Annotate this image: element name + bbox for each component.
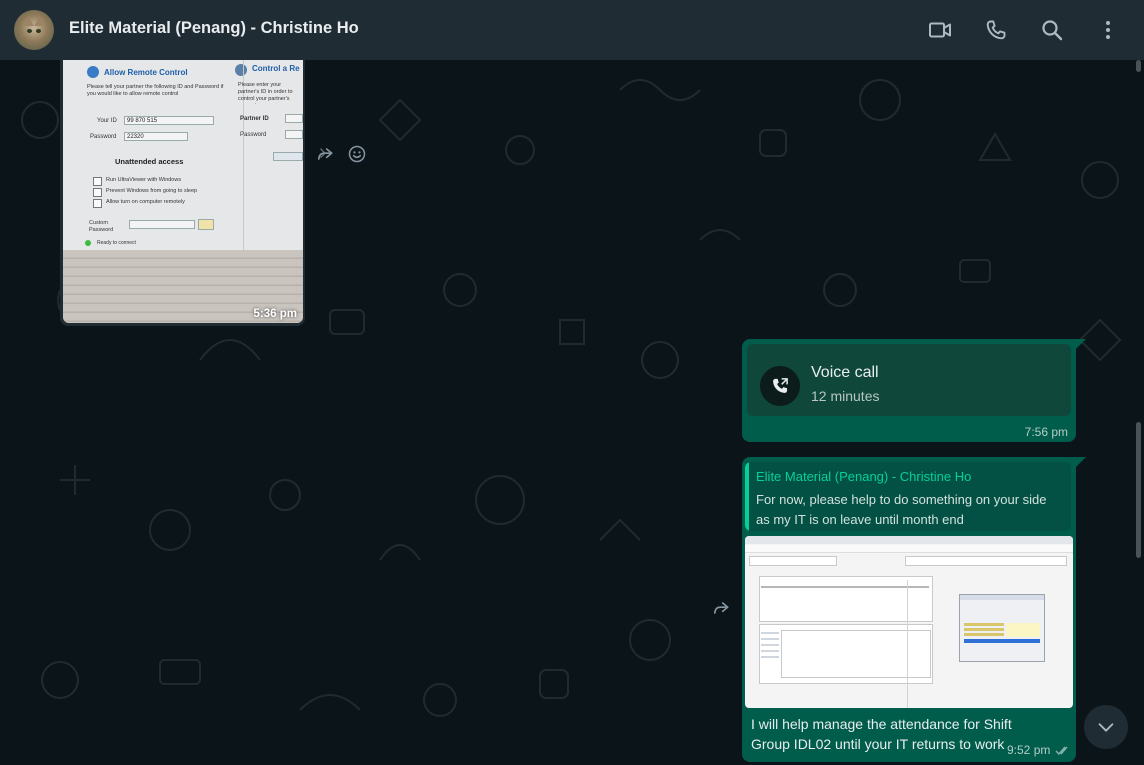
voice-call-icon[interactable] <box>984 18 1008 42</box>
outgoing-call-icon <box>760 366 800 406</box>
scroll-to-bottom-button[interactable] <box>1084 705 1128 749</box>
message-time: 5:36 pm <box>253 308 297 320</box>
attendance-screenshot[interactable] <box>745 536 1073 708</box>
emoji-reaction-icon[interactable] <box>347 144 367 164</box>
menu-icon[interactable] <box>1096 18 1120 42</box>
ultraviewer-screen: Allow Remote Control Control a Re Please… <box>63 60 303 250</box>
search-icon[interactable] <box>1040 18 1064 42</box>
incoming-image-message[interactable]: Allow Remote Control Control a Re Please… <box>60 60 305 326</box>
chat-header: Elite Material (Penang) - Christine Ho <box>0 0 1144 60</box>
forward-icon[interactable] <box>315 144 335 164</box>
message-time: 9:52 pm <box>1007 743 1051 757</box>
contact-avatar[interactable] <box>14 10 54 50</box>
quoted-message[interactable]: Elite Material (Penang) - Christine Ho F… <box>745 462 1071 531</box>
voice-call-message[interactable]: Voice call 12 minutes 7:56 pm <box>742 339 1076 442</box>
reply-message[interactable]: Elite Material (Penang) - Christine Ho F… <box>742 457 1076 762</box>
video-call-icon[interactable] <box>928 18 952 42</box>
chevron-down-icon <box>1098 723 1114 732</box>
quoted-text: For now, please help to do something on … <box>756 492 1047 527</box>
read-receipt-icon <box>1055 746 1068 756</box>
call-type: Voice call <box>811 364 879 381</box>
call-duration: 12 minutes <box>811 388 880 404</box>
quoted-sender: Elite Material (Penang) - Christine Ho <box>756 469 972 484</box>
message-text: I will help manage the attendance for Sh… <box>751 716 1012 752</box>
attendance-dialog <box>959 594 1045 662</box>
voice-call-card[interactable]: Voice call 12 minutes <box>747 344 1071 416</box>
chat-area[interactable]: Allow Remote Control Control a Re Please… <box>0 60 1144 765</box>
remote-access-photo[interactable]: Allow Remote Control Control a Re Please… <box>63 60 303 323</box>
message-time: 7:56 pm <box>1024 425 1068 439</box>
scrollbar-thumb[interactable] <box>1136 422 1141 558</box>
scrollbar-top[interactable] <box>1136 60 1141 72</box>
forward-icon[interactable] <box>711 598 731 618</box>
contact-name[interactable]: Elite Material (Penang) - Christine Ho <box>69 19 359 38</box>
